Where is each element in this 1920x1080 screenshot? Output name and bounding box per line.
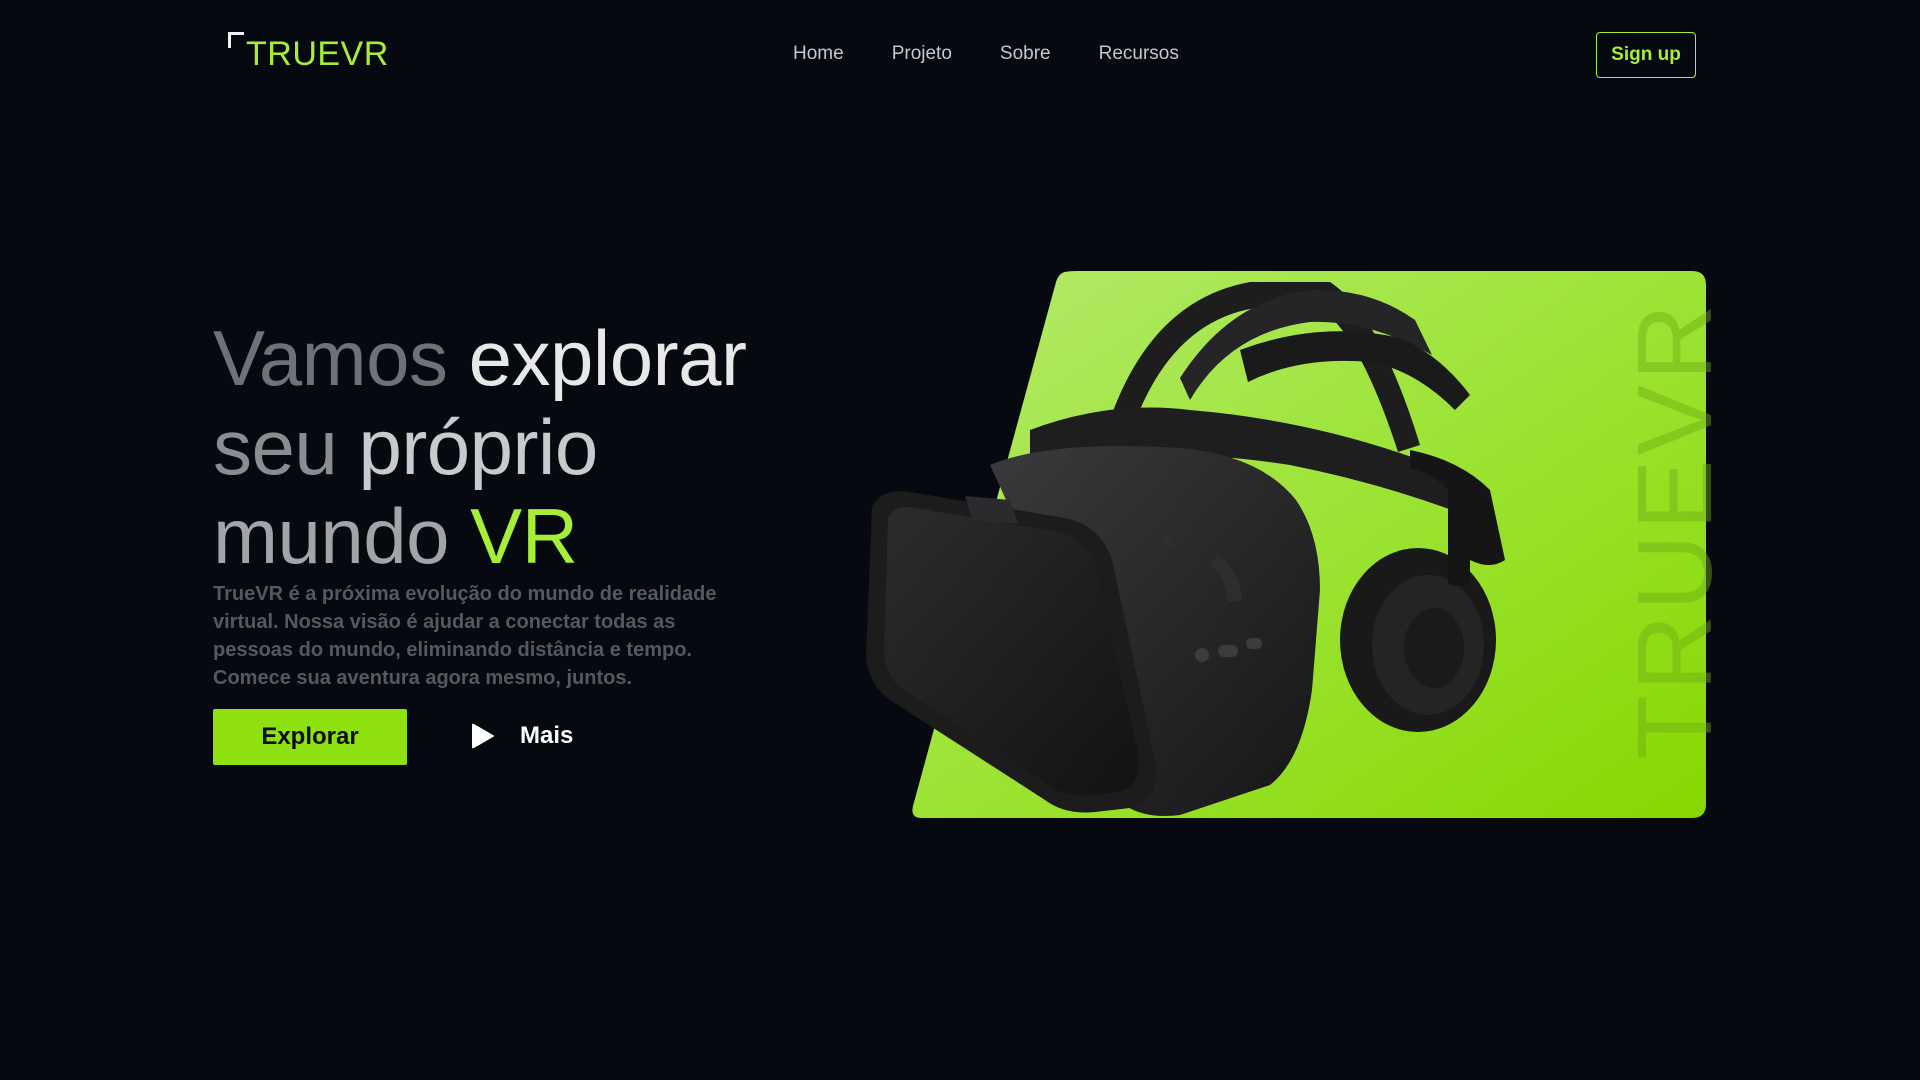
play-icon — [472, 723, 494, 749]
nav-recursos[interactable]: Recursos — [1099, 42, 1179, 66]
hero-description: TrueVR é a próxima evolução do mundo de … — [213, 583, 717, 689]
logo-corner-mark — [228, 32, 244, 48]
nav-home[interactable]: Home — [793, 42, 844, 66]
headline-accent-word: VR — [470, 492, 578, 580]
hero-visual — [850, 260, 1920, 830]
headline-line-3: mundo VR — [213, 492, 746, 581]
signup-button[interactable]: Sign up — [1596, 32, 1696, 78]
headline-line-1: Vamos explorar — [213, 314, 747, 403]
main-nav: Home Projeto Sobre Recursos — [793, 42, 1179, 66]
headline-line-2: seu próprio — [213, 403, 746, 492]
brand-watermark: TRUEVR — [1616, 300, 1734, 760]
headline-word: explorar — [468, 314, 747, 402]
headline-word: próprio — [358, 403, 598, 491]
nav-projeto[interactable]: Projeto — [892, 42, 952, 66]
hero-headline: Vamos explorar seu próprio mundo VR — [213, 314, 747, 581]
headline-word: seu — [213, 403, 338, 491]
landing-page: TRUEVR Home Projeto Sobre Recursos Sign … — [0, 0, 1920, 1080]
nav-sobre[interactable]: Sobre — [1000, 42, 1051, 66]
explore-button[interactable]: Explorar — [213, 709, 407, 765]
more-button[interactable]: Mais — [470, 716, 573, 756]
headline-word: mundo — [213, 492, 450, 580]
headline-word: Vamos — [213, 314, 448, 402]
brand-logo[interactable]: TRUEVR — [228, 32, 389, 74]
vr-headset-image — [866, 271, 1706, 818]
more-label: Mais — [520, 722, 574, 749]
logo-text: TRUEVR — [246, 35, 389, 73]
